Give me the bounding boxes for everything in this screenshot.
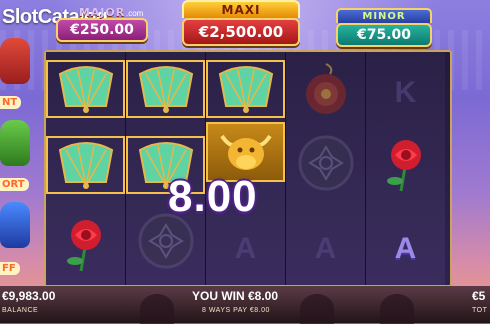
castanets-symbol: [286, 60, 365, 118]
side-bull-green-icon[interactable]: [0, 120, 30, 166]
side-feature-label-1: NT: [0, 96, 22, 109]
minor-jackpot: MINOR €75.00: [336, 8, 432, 47]
major-jackpot: MAJOR €250.00: [56, 6, 148, 42]
fan-symbol: [46, 60, 125, 118]
letter-a: A: [234, 232, 257, 265]
reel-1: [46, 52, 126, 285]
fan-icon: [58, 142, 113, 189]
side-bull-red-icon[interactable]: [0, 38, 30, 84]
golden-bull-icon: [219, 134, 272, 170]
letter-k-symbol: K: [366, 64, 445, 122]
letter-a-symbol: A: [366, 220, 445, 278]
fan-symbol: [206, 60, 285, 118]
side-feature-label-3: FF: [0, 262, 20, 275]
reel-4: A: [286, 52, 366, 285]
major-jackpot-label: MAJOR: [78, 6, 126, 19]
fan-icon: [58, 66, 113, 113]
letter-a: A: [314, 232, 337, 265]
audience-silhouette: [380, 294, 414, 324]
reel-2: [126, 52, 206, 285]
win-message: YOU WIN €8.00: [192, 289, 279, 303]
reel-3: A: [206, 52, 286, 285]
letter-a-symbol: A: [286, 220, 365, 278]
bull-coin-icon: [298, 135, 353, 191]
fan-icon: [218, 66, 273, 113]
rose-symbol: [366, 136, 445, 194]
win-amount-display: 8.00: [168, 172, 258, 221]
fan-symbol: [46, 136, 125, 194]
rose-icon: [386, 140, 421, 192]
side-bull-blue-icon[interactable]: [0, 202, 30, 248]
letter-k: K: [394, 76, 417, 109]
total-bet-label: TOT: [472, 307, 488, 314]
total-bet-value: €5: [472, 289, 486, 303]
letter-a: A: [394, 232, 417, 265]
letter-a-symbol: A: [206, 220, 285, 278]
audience-silhouette: [300, 294, 334, 324]
reel-grid: A A K A: [44, 50, 452, 287]
minor-jackpot-amount: €75.00: [336, 23, 432, 47]
audience-silhouette: [140, 294, 174, 324]
fan-icon: [138, 66, 193, 113]
minor-jackpot-label: MINOR: [336, 8, 432, 23]
rose-symbol: [46, 216, 125, 274]
balance-label: BALANCE: [2, 307, 39, 314]
maxi-jackpot-label: MAXI: [182, 0, 300, 18]
maxi-jackpot: MAXI €2,500.00: [182, 0, 300, 46]
ways-pay-message: 8 WAYS PAY €8.00: [202, 307, 270, 314]
major-jackpot-amount: €250.00: [56, 18, 148, 42]
reel-5: K A: [366, 52, 445, 285]
side-feature-label-2: ORT: [0, 178, 29, 191]
bull-coin-symbol: [286, 134, 365, 192]
balance-value: €9,983.00: [2, 289, 56, 303]
fan-symbol: [126, 60, 205, 118]
rose-icon: [66, 220, 101, 272]
maxi-jackpot-amount: €2,500.00: [182, 18, 300, 46]
castanets-icon: [305, 63, 346, 114]
